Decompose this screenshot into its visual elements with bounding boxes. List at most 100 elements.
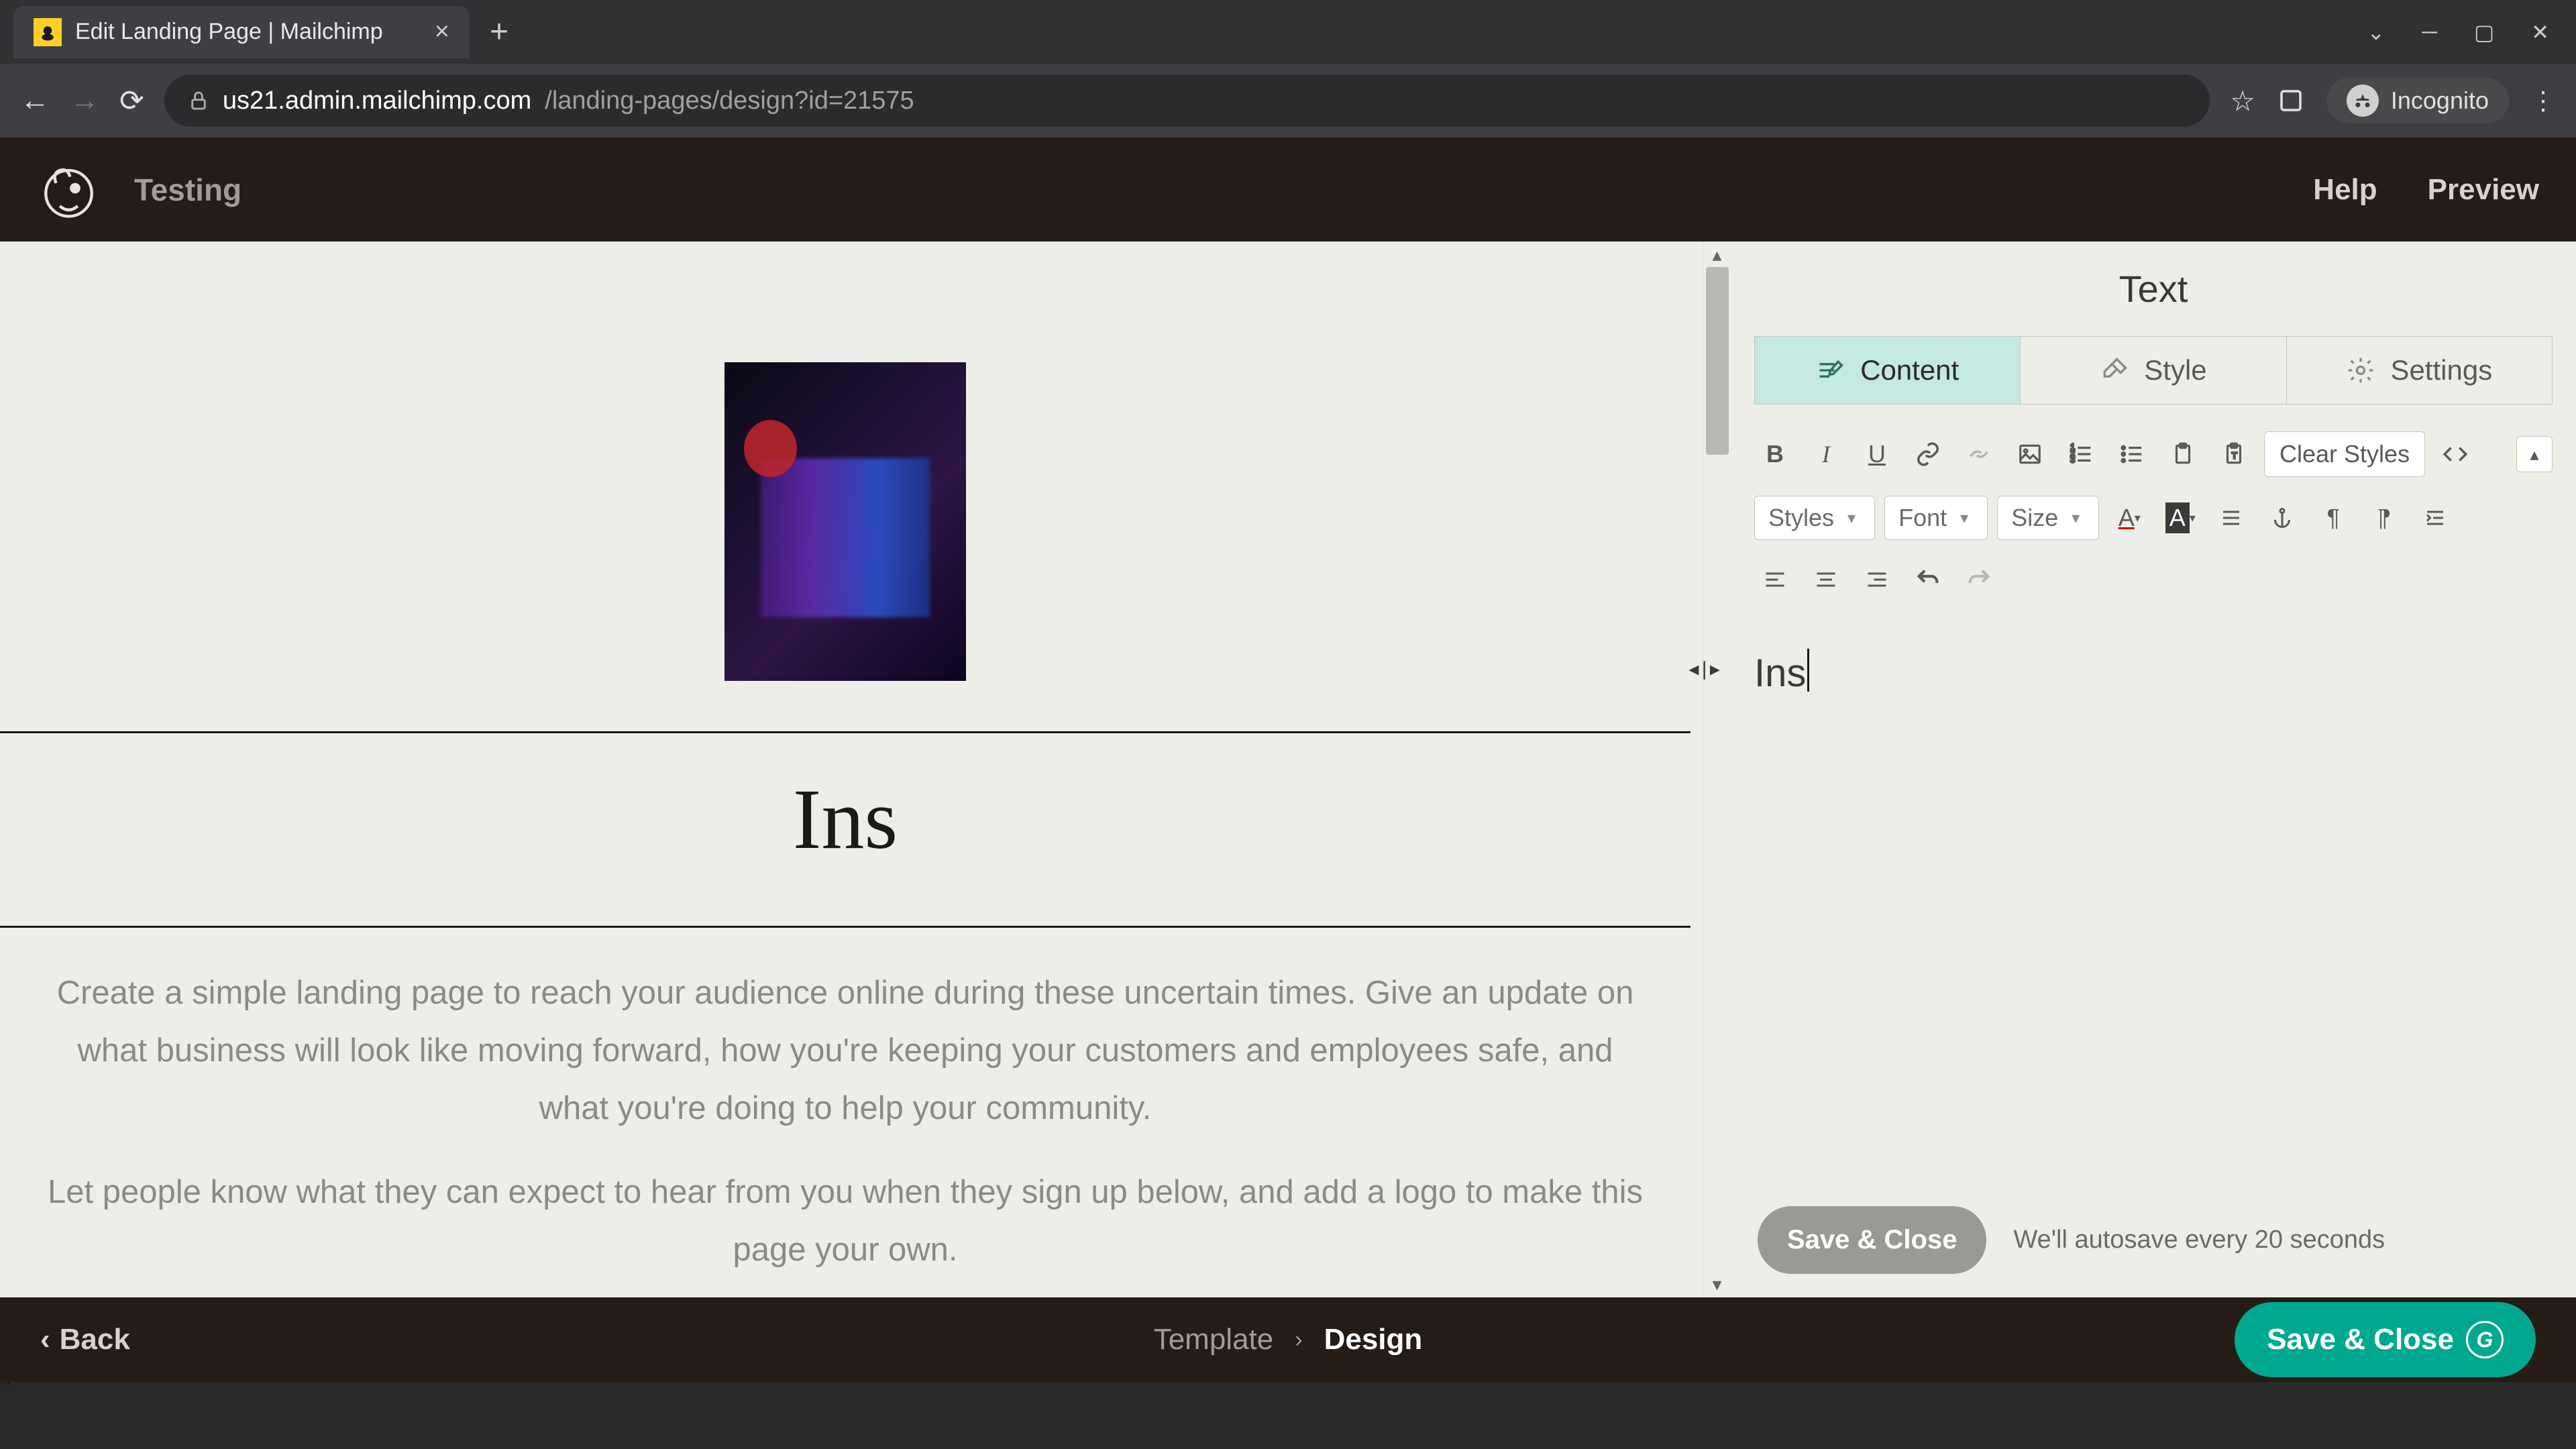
incognito-badge[interactable]: Incognito <box>2326 78 2509 123</box>
maximize-icon[interactable]: ▢ <box>2474 19 2494 45</box>
design-canvas[interactable]: Ins Create a simple landing page to reac… <box>0 241 1690 1297</box>
crumb-template[interactable]: Template <box>1154 1323 1274 1356</box>
collapse-toolbar-button[interactable]: ▴ <box>2516 436 2553 472</box>
save-close-button[interactable]: Save & Close G <box>2235 1302 2536 1377</box>
tab-style-label: Style <box>2144 354 2206 386</box>
bullet-list-button[interactable] <box>2111 433 2153 475</box>
reload-icon[interactable]: ⟳ <box>119 84 144 118</box>
save-close-label: Save & Close <box>2267 1323 2454 1356</box>
url-path: /landing-pages/design?id=21575 <box>545 87 914 115</box>
paste-plain-button[interactable]: T <box>2213 433 2255 475</box>
browser-menu-icon[interactable]: ⋮ <box>2530 86 2556 116</box>
bold-button[interactable]: B <box>1754 433 1796 475</box>
incognito-label: Incognito <box>2391 87 2489 115</box>
editor-toolbar: B I U 123 T Clear Styles ▴ Styles Font S… <box>1731 405 2576 610</box>
font-select[interactable]: Font <box>1884 496 1988 540</box>
extension-icon[interactable] <box>2277 87 2305 115</box>
tab-settings-label: Settings <box>2390 354 2492 386</box>
editor-content[interactable]: Ins <box>1754 623 2553 721</box>
canvas-scrollbar[interactable]: ▴ ▾ <box>1703 241 1731 1297</box>
back-button[interactable]: ‹ Back <box>40 1323 130 1356</box>
style-icon <box>2100 356 2129 385</box>
mailchimp-favicon-icon <box>34 18 62 46</box>
canvas-wrap: Ins Create a simple landing page to reac… <box>0 241 1731 1297</box>
chevron-right-icon: › <box>1295 1327 1302 1353</box>
tab-content-label: Content <box>1860 354 1959 386</box>
tabs-dropdown-icon[interactable]: ⌄ <box>2367 19 2385 45</box>
align-right-button[interactable] <box>1856 559 1898 600</box>
bottom-bar: ‹ Back Template › Design Save & Close G <box>0 1297 2576 1382</box>
tab-settings[interactable]: Settings <box>2287 337 2552 404</box>
rtl-button[interactable]: ¶ <box>2363 497 2405 539</box>
body-paragraph-1: Create a simple landing page to reach yo… <box>44 965 1647 1137</box>
close-window-icon[interactable]: ✕ <box>2531 19 2549 45</box>
underline-button[interactable]: U <box>1856 433 1898 475</box>
svg-text:3: 3 <box>2070 455 2075 465</box>
tab-style[interactable]: Style <box>2021 337 2286 404</box>
browser-chrome: Edit Landing Page | Mailchimp × + ⌄ ─ ▢ … <box>0 0 2576 138</box>
image-button[interactable] <box>2009 433 2051 475</box>
forward-icon: → <box>70 84 99 117</box>
window-controls: ⌄ ─ ▢ ✕ <box>2367 19 2576 45</box>
selected-text-block[interactable]: Ins <box>0 731 1690 928</box>
clear-styles-button[interactable]: Clear Styles <box>2264 431 2425 477</box>
incognito-icon <box>2347 85 2379 117</box>
align-left-button[interactable] <box>1754 559 1796 600</box>
text-cursor <box>1807 649 1809 692</box>
main-area: Ins Create a simple landing page to reac… <box>0 241 2576 1297</box>
mailchimp-logo-icon[interactable] <box>37 158 101 221</box>
url-host: us21.admin.mailchimp.com <box>223 87 531 115</box>
panel-save-close-button[interactable]: Save & Close <box>1758 1206 1986 1274</box>
undo-button[interactable] <box>1907 559 1949 600</box>
size-select[interactable]: Size <box>1997 496 2099 540</box>
preview-link[interactable]: Preview <box>2428 173 2539 207</box>
panel-tabs: Content Style Settings <box>1754 336 2553 405</box>
indent-button[interactable] <box>2414 497 2456 539</box>
grammarly-icon[interactable]: G <box>2466 1321 2504 1358</box>
bg-color-button[interactable]: A▾ <box>2159 497 2201 539</box>
body-text-block[interactable]: Create a simple landing page to reach yo… <box>0 928 1690 1279</box>
app-header: Testing Help Preview <box>0 138 2576 241</box>
tab-content[interactable]: Content <box>1755 337 2021 404</box>
hero-image[interactable] <box>724 362 966 681</box>
url-bar[interactable]: us21.admin.mailchimp.com/landing-pages/d… <box>164 74 2210 127</box>
source-code-button[interactable] <box>2434 433 2476 475</box>
anchor-button[interactable] <box>2261 497 2303 539</box>
ltr-button[interactable]: ¶ <box>2312 497 2354 539</box>
help-link[interactable]: Help <box>2313 173 2377 207</box>
tab-bar: Edit Landing Page | Mailchimp × + ⌄ ─ ▢ … <box>0 0 2576 64</box>
redo-button[interactable] <box>1958 559 2000 600</box>
browser-tab[interactable]: Edit Landing Page | Mailchimp × <box>13 6 470 58</box>
autosave-message: We'll autosave every 20 seconds <box>2013 1226 2385 1254</box>
back-icon[interactable]: ← <box>20 84 50 117</box>
lock-icon[interactable] <box>188 90 209 111</box>
styles-select[interactable]: Styles <box>1754 496 1875 540</box>
panel-resize-handle[interactable]: ◂ | ▸ <box>1688 657 1719 681</box>
svg-text:T: T <box>2232 451 2237 460</box>
unlink-button[interactable] <box>1958 433 2000 475</box>
italic-button[interactable]: I <box>1805 433 1847 475</box>
ordered-list-button[interactable]: 123 <box>2060 433 2102 475</box>
scroll-up-arrow-icon[interactable]: ▴ <box>1703 241 1731 268</box>
page-name: Testing <box>134 172 241 208</box>
settings-icon <box>2346 356 2375 385</box>
minimize-icon[interactable]: ─ <box>2422 19 2437 45</box>
crumb-design: Design <box>1324 1323 1423 1356</box>
bookmark-star-icon[interactable]: ☆ <box>2230 85 2255 117</box>
chevron-left-icon: ‹ <box>40 1323 50 1356</box>
scroll-down-arrow-icon[interactable]: ▾ <box>1703 1271 1731 1297</box>
tab-title: Edit Landing Page | Mailchimp <box>75 19 421 45</box>
tab-close-icon[interactable]: × <box>435 17 449 46</box>
align-center-button[interactable] <box>1805 559 1847 600</box>
text-color-button[interactable]: A▾ <box>2108 497 2150 539</box>
panel-title: Text <box>1731 241 2576 336</box>
paste-button[interactable] <box>2162 433 2204 475</box>
text-editor-area[interactable]: Ins <box>1754 623 2553 1183</box>
content-icon <box>1816 356 1845 385</box>
scrollbar-thumb[interactable] <box>1706 267 1729 455</box>
body-paragraph-2: Let people know what they can expect to … <box>44 1164 1647 1279</box>
new-tab-button[interactable]: + <box>490 13 508 50</box>
line-height-button[interactable] <box>2210 497 2252 539</box>
panel-footer: Save & Close We'll autosave every 20 sec… <box>1731 1183 2576 1297</box>
link-button[interactable] <box>1907 433 1949 475</box>
